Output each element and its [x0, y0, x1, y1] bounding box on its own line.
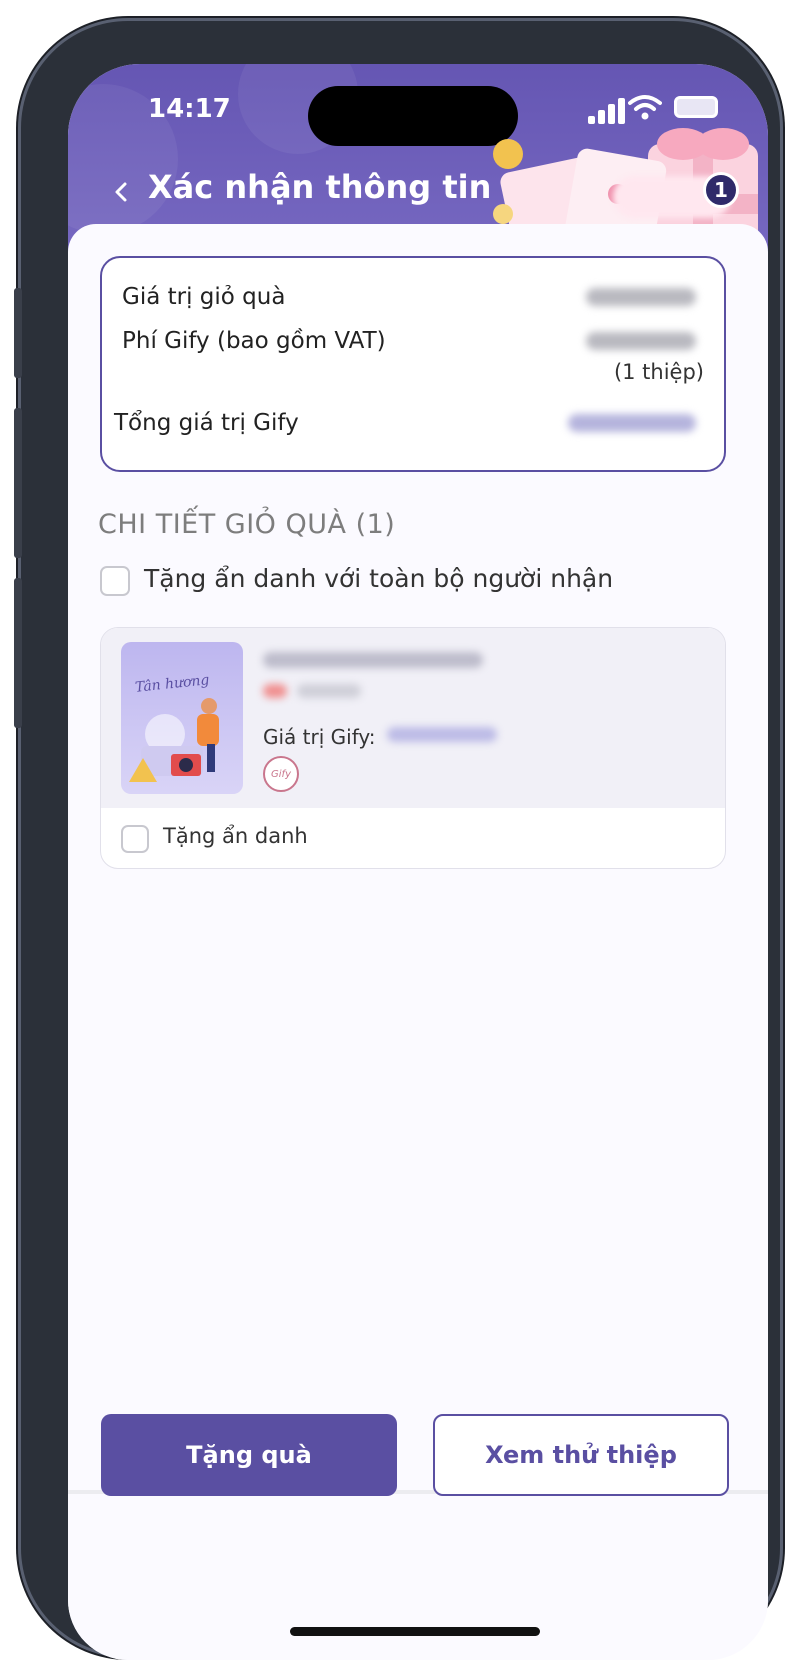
anonymous-all-label: Tặng ẩn danh với toàn bộ người nhận [144, 564, 614, 593]
gift-item-card: Tân hương Giá trị Gify: Gify Tặng ẩn dan… [100, 627, 726, 869]
home-indicator[interactable] [290, 1627, 540, 1636]
gify-value-amount [387, 727, 497, 742]
app-screen: 14:17 Xác nhận thông tin 1 Giá trị giỏ q… [68, 64, 768, 1660]
gift-value-amount [586, 288, 696, 306]
send-gift-button[interactable]: Tặng quà [101, 1414, 397, 1496]
fee-label: Phí Gify (bao gồm VAT) [122, 328, 386, 354]
side-button [14, 288, 22, 378]
phone-frame: 14:17 Xác nhận thông tin 1 Giá trị giỏ q… [14, 18, 783, 1660]
summary-card: Giá trị giỏ quà Phí Gify (bao gồm VAT) (… [100, 256, 726, 472]
gify-stamp-icon: Gify [263, 756, 299, 792]
gift-card-thumbnail[interactable]: Tân hương [121, 642, 243, 794]
side-button [14, 578, 22, 728]
section-title: CHI TIẾT GIỎ QUÀ (1) [98, 509, 396, 540]
total-label: Tổng giá trị Gify [114, 410, 299, 436]
gift-item-summary: Tân hương Giá trị Gify: Gify [101, 628, 725, 808]
gify-value-label: Giá trị Gify: [263, 725, 376, 749]
fee-amount [586, 332, 696, 350]
anonymous-item-checkbox[interactable] [121, 825, 149, 853]
total-amount [568, 414, 696, 432]
recipient-flag [263, 684, 287, 698]
anonymous-all-checkbox[interactable] [100, 566, 130, 596]
recipient-name [263, 652, 483, 668]
status-time: 14:17 [148, 94, 231, 124]
anonymous-item-label: Tặng ẩn danh [163, 824, 308, 848]
gift-card-illustration [129, 698, 219, 782]
page-title: Xác nhận thông tin [148, 168, 492, 206]
card-count: (1 thiệp) [613, 360, 704, 384]
preview-card-button[interactable]: Xem thử thiệp [433, 1414, 729, 1496]
side-button [14, 408, 22, 558]
gift-value-label: Giá trị giỏ quà [122, 284, 286, 310]
cart-count-badge: 1 [703, 172, 739, 208]
recipient-contact [297, 684, 361, 698]
back-icon[interactable] [108, 172, 134, 212]
